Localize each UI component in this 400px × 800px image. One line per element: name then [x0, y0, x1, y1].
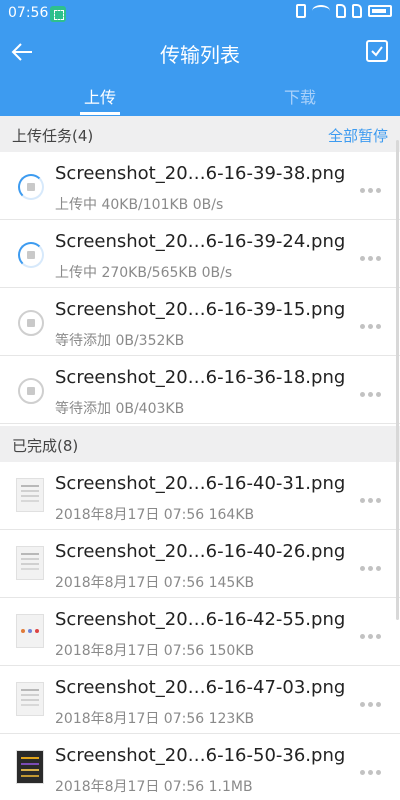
- file-thumbnail: [16, 546, 44, 580]
- file-status: 等待添加 0B/403KB: [55, 401, 185, 417]
- more-icon[interactable]: [360, 760, 384, 775]
- select-all-icon[interactable]: [366, 40, 388, 62]
- file-name: Screenshot_20…6-16-40-26.png: [55, 541, 346, 562]
- pause-toggle-icon[interactable]: [18, 174, 44, 200]
- tab-download[interactable]: 下载: [240, 84, 360, 108]
- pause-toggle-icon[interactable]: [18, 378, 44, 404]
- file-info: 2018年8月17日 07:56 150KB: [55, 643, 255, 659]
- file-name: Screenshot_20…6-16-39-38.png: [55, 163, 346, 184]
- file-status: 上传中 270KB/565KB 0B/s: [55, 265, 233, 281]
- more-icon[interactable]: [360, 178, 384, 193]
- upload-item[interactable]: Screenshot_20…6-16-39-24.png 上传中 270KB/5…: [0, 220, 400, 288]
- more-icon[interactable]: [360, 382, 384, 397]
- scrollbar[interactable]: [396, 140, 399, 620]
- completed-item[interactable]: Screenshot_20…6-16-42-55.png 2018年8月17日 …: [0, 598, 400, 666]
- app-header: 传输列表: [0, 28, 400, 76]
- file-info: 2018年8月17日 07:56 145KB: [55, 575, 255, 591]
- file-status: 等待添加 0B/352KB: [55, 333, 185, 349]
- more-icon[interactable]: [360, 488, 384, 503]
- file-name: Screenshot_20…6-16-50-36.png: [55, 745, 346, 766]
- file-name: Screenshot_20…6-16-42-55.png: [55, 609, 346, 630]
- page-title: 传输列表: [160, 43, 240, 67]
- pause-toggle-icon[interactable]: [18, 242, 44, 268]
- file-name: Screenshot_20…6-16-39-24.png: [55, 231, 346, 252]
- more-icon[interactable]: [360, 246, 384, 261]
- completed-item[interactable]: Screenshot_20…6-16-47-03.png 2018年8月17日 …: [0, 666, 400, 734]
- more-icon[interactable]: [360, 314, 384, 329]
- file-thumbnail: [16, 682, 44, 716]
- file-thumbnail: [16, 750, 44, 784]
- scan-icon: [50, 6, 66, 22]
- tab-upload[interactable]: 上传: [40, 84, 160, 108]
- uploading-section-header: 上传任务(4) 全部暂停: [0, 116, 400, 152]
- status-time: 07:56: [8, 5, 49, 21]
- file-status: 上传中 40KB/101KB 0B/s: [55, 197, 224, 213]
- battery-icon: [368, 5, 392, 17]
- tab-bar: 上传 下载: [0, 76, 400, 116]
- file-thumbnail: [16, 614, 44, 648]
- file-info: 2018年8月17日 07:56 1.1MB: [55, 779, 253, 795]
- upload-item[interactable]: Screenshot_20…6-16-39-15.png 等待添加 0B/352…: [0, 288, 400, 356]
- more-icon[interactable]: [360, 624, 384, 639]
- active-tab-indicator: [80, 112, 120, 115]
- status-icons: [296, 4, 392, 18]
- completed-item[interactable]: Screenshot_20…6-16-50-36.png 2018年8月17日 …: [0, 734, 400, 800]
- file-name: Screenshot_20…6-16-39-15.png: [55, 299, 346, 320]
- file-name: Screenshot_20…6-16-47-03.png: [55, 677, 346, 698]
- more-icon[interactable]: [360, 556, 384, 571]
- status-bar: 07:56: [0, 0, 400, 28]
- upload-item[interactable]: Screenshot_20…6-16-36-18.png 等待添加 0B/403…: [0, 356, 400, 424]
- vibrate-icon: [296, 4, 306, 18]
- file-thumbnail: [16, 478, 44, 512]
- pause-toggle-icon[interactable]: [18, 310, 44, 336]
- completed-section-header: 已完成(8): [0, 426, 400, 462]
- file-info: 2018年8月17日 07:56 123KB: [55, 711, 255, 727]
- completed-section-title: 已完成(8): [12, 437, 79, 455]
- file-name: Screenshot_20…6-16-36-18.png: [55, 367, 346, 388]
- more-icon[interactable]: [360, 692, 384, 707]
- file-name: Screenshot_20…6-16-40-31.png: [55, 473, 346, 494]
- completed-item[interactable]: Screenshot_20…6-16-40-26.png 2018年8月17日 …: [0, 530, 400, 598]
- wifi-icon: [312, 5, 330, 17]
- file-info: 2018年8月17日 07:56 164KB: [55, 507, 255, 523]
- sim-icon: [336, 4, 346, 18]
- pause-all-button[interactable]: 全部暂停: [328, 125, 388, 146]
- upload-item[interactable]: Screenshot_20…6-16-39-38.png 上传中 40KB/10…: [0, 152, 400, 220]
- completed-item[interactable]: Screenshot_20…6-16-40-31.png 2018年8月17日 …: [0, 462, 400, 530]
- uploading-section-title: 上传任务(4): [12, 127, 94, 145]
- sim2-icon: [352, 4, 362, 18]
